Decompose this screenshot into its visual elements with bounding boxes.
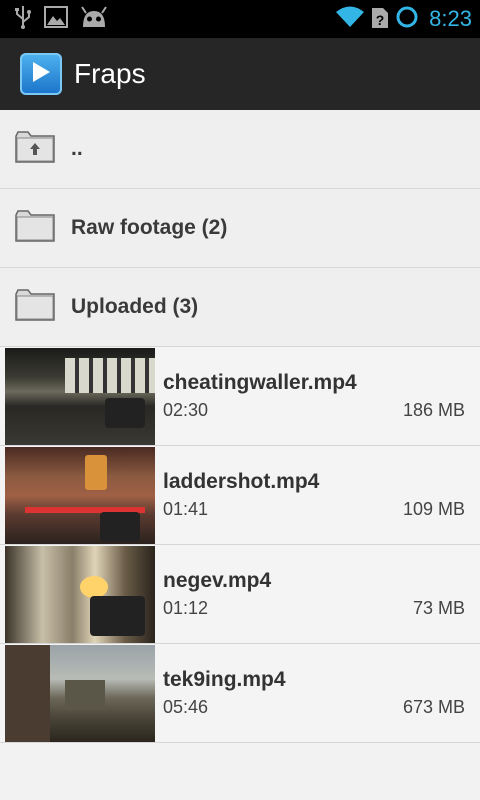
wifi-icon: [335, 5, 365, 34]
video-size: 673 MB: [402, 697, 465, 717]
notification-icons: [14, 5, 108, 34]
folder-label: Raw footage (2): [71, 216, 228, 239]
folder-row-uploaded[interactable]: Uploaded (3): [0, 268, 480, 347]
video-meta: 01:41 109 MB: [163, 499, 465, 520]
video-info: laddershot.mp4 01:41 109 MB: [155, 470, 480, 520]
folder-list: .. Raw footage (2) Uploaded (3): [0, 110, 480, 347]
video-thumbnail: [5, 446, 155, 544]
folder-row-raw-footage[interactable]: Raw footage (2): [0, 189, 480, 268]
video-list: cheatingwaller.mp4 02:30 186 MB laddersh…: [0, 347, 480, 743]
usb-icon: [14, 5, 32, 34]
android-debug-icon: [80, 5, 108, 34]
folder-icon: [15, 288, 55, 327]
app-title: Fraps: [74, 58, 146, 89]
sync-circle-icon: [395, 5, 419, 34]
video-thumbnail: [5, 644, 155, 742]
video-meta: 01:12 73 MB: [163, 598, 465, 619]
video-meta: 02:30 186 MB: [163, 400, 465, 421]
video-info: negev.mp4 01:12 73 MB: [155, 569, 480, 619]
video-thumbnail: [5, 347, 155, 445]
video-row[interactable]: negev.mp4 01:12 73 MB: [0, 545, 480, 644]
video-size: 73 MB: [412, 598, 465, 618]
status-bar: ? 8:23: [0, 0, 480, 38]
svg-text:?: ?: [376, 12, 385, 28]
folder-icon: [15, 209, 55, 248]
folder-row-parent[interactable]: ..: [0, 110, 480, 189]
system-icons: ? 8:23: [335, 5, 472, 34]
clock: 8:23: [429, 6, 472, 31]
folder-label: ..: [71, 137, 83, 160]
video-name: tek9ing.mp4: [163, 668, 286, 691]
video-meta: 05:46 673 MB: [163, 697, 465, 718]
video-thumbnail: [5, 545, 155, 643]
video-duration: 05:46: [163, 697, 209, 717]
video-duration: 01:12: [163, 598, 209, 618]
video-info: cheatingwaller.mp4 02:30 186 MB: [155, 371, 480, 421]
image-icon: [44, 5, 68, 33]
video-duration: 01:41: [163, 499, 209, 519]
video-size: 186 MB: [402, 400, 465, 420]
video-duration: 02:30: [163, 400, 209, 420]
folder-label: Uploaded (3): [71, 295, 199, 318]
video-size: 109 MB: [402, 499, 465, 519]
action-bar: Fraps: [0, 38, 480, 110]
sim-unknown-icon: ?: [371, 5, 389, 34]
video-name: negev.mp4: [163, 569, 272, 592]
folder-up-icon: [15, 130, 55, 169]
video-row[interactable]: laddershot.mp4 01:41 109 MB: [0, 446, 480, 545]
video-row[interactable]: tek9ing.mp4 05:46 673 MB: [0, 644, 480, 743]
app-icon[interactable]: [20, 53, 62, 95]
video-info: tek9ing.mp4 05:46 673 MB: [155, 668, 480, 718]
play-icon: [30, 60, 52, 89]
video-name: cheatingwaller.mp4: [163, 371, 357, 394]
video-row[interactable]: cheatingwaller.mp4 02:30 186 MB: [0, 347, 480, 446]
video-name: laddershot.mp4: [163, 470, 320, 493]
